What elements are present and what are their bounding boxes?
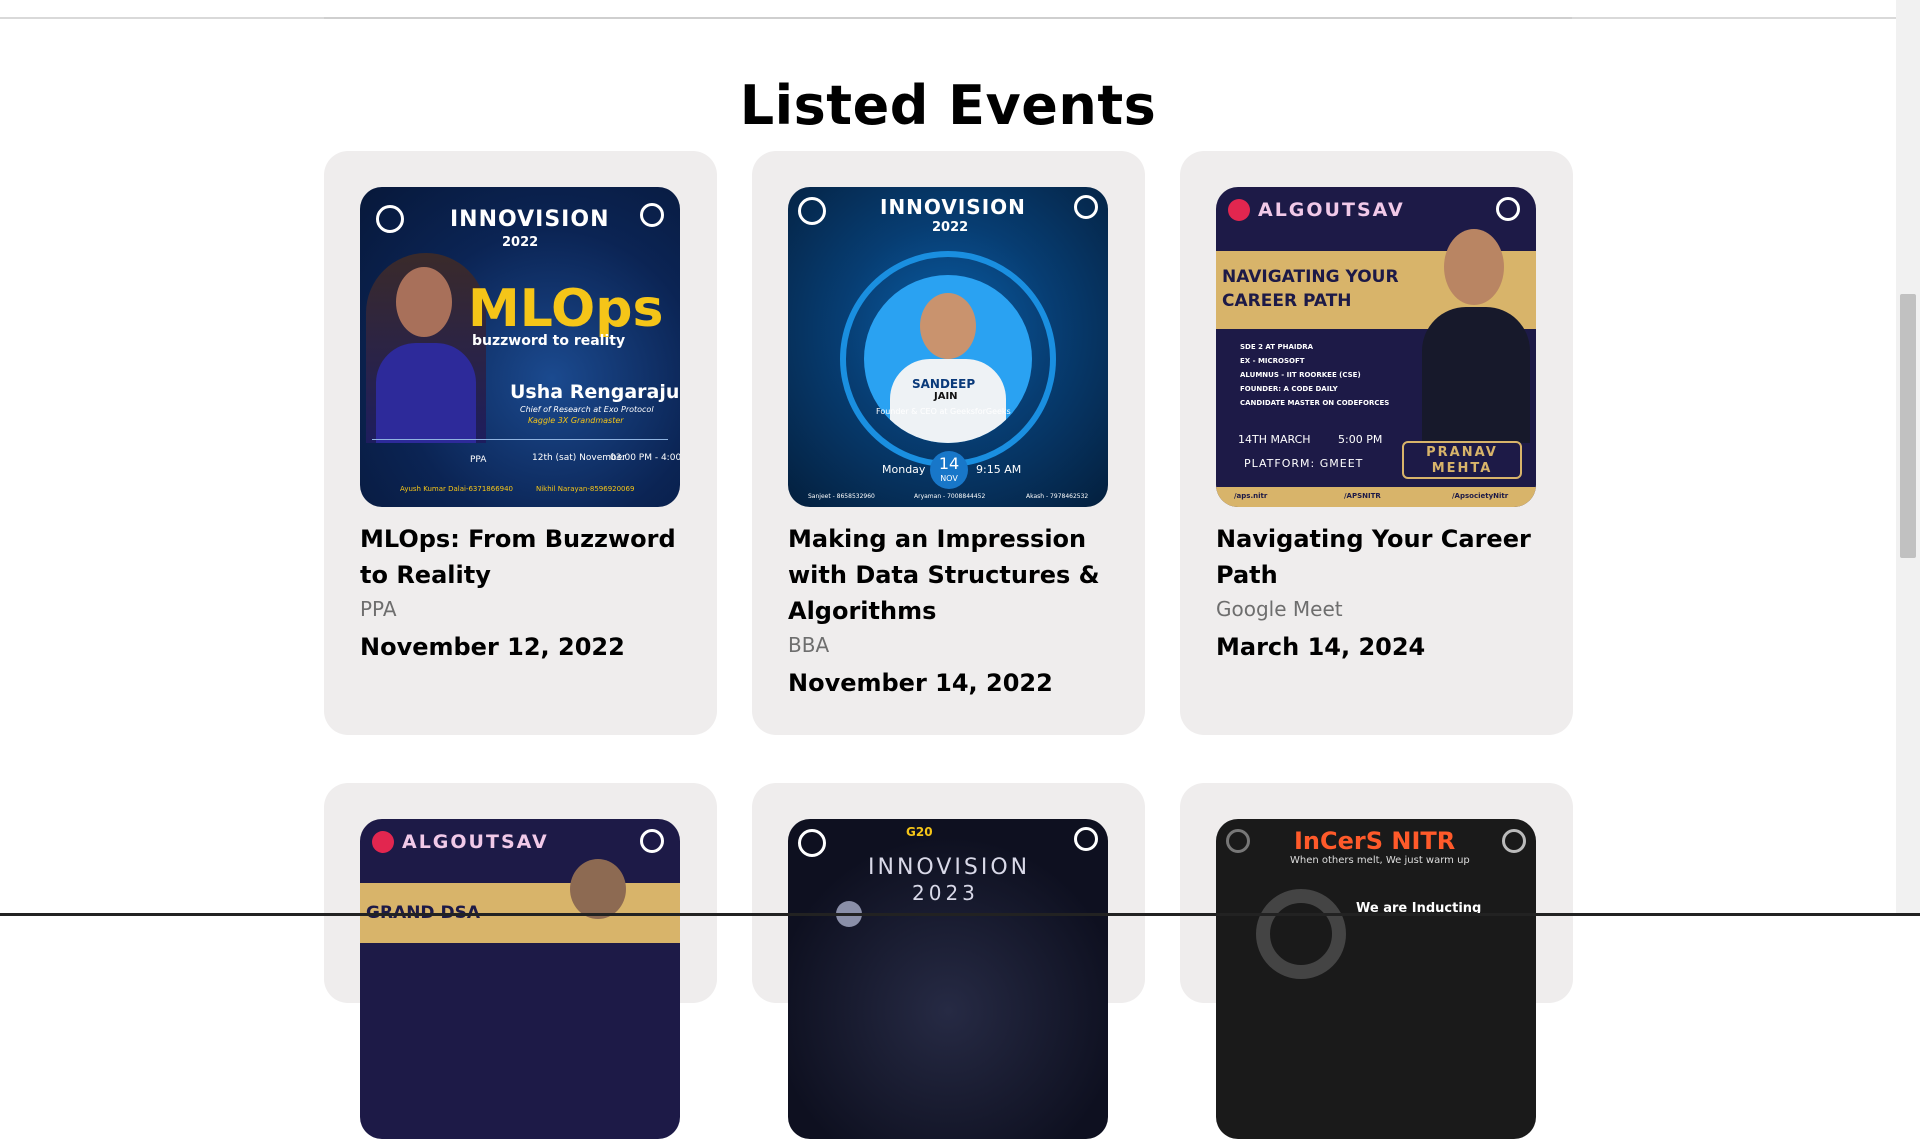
date-badge-day: 14: [938, 454, 960, 473]
speaker-first-name: SANDEEP: [912, 377, 976, 391]
top-divider: [0, 0, 1896, 19]
event-venue: BBA: [788, 633, 830, 657]
poster-divider: [372, 439, 668, 440]
poster-brand: ALGOUTSAV: [1258, 199, 1405, 221]
speaker-name: MEHTA: [1431, 461, 1493, 476]
poster-year: 2022: [502, 235, 539, 250]
scrollbar-thumb[interactable]: [1900, 294, 1916, 558]
poster-day: 14TH MARCH: [1238, 433, 1311, 446]
poster-contact: Nikhil Narayan-8596920069: [536, 485, 635, 493]
event-card[interactable]: ALGOUTSAV GRAND DSA: [324, 783, 717, 1139]
speaker-role: Founder & CEO at GeeksforGeeks: [876, 407, 1011, 416]
page-title: Listed Events: [739, 74, 1157, 138]
event-date: November 12, 2022: [360, 633, 625, 661]
decoration-ring: [1256, 889, 1346, 979]
poster-subhead: buzzword to reality: [472, 333, 626, 349]
sac-logo-icon: [640, 203, 664, 227]
date-badge-month: NOV: [940, 474, 958, 483]
speaker-name: Usha Rengaraju: [510, 381, 680, 403]
event-venue: Google Meet: [1216, 597, 1343, 621]
poster-contact: Ayush Kumar Dalai-6371866940: [400, 485, 514, 493]
aps-logo-icon: [1496, 197, 1520, 221]
event-poster[interactable]: INNOVISION 2022 MLOps buzzword to realit…: [360, 187, 680, 507]
poster-day: Monday: [882, 463, 926, 476]
speaker-bullet: CANDIDATE MASTER ON CODEFORCES: [1240, 399, 1390, 407]
aps-logo-icon: [640, 829, 664, 853]
poster-brand: INNOVISION: [880, 195, 1026, 219]
event-card[interactable]: INNOVISION 2022 MLOps buzzword to realit…: [324, 151, 717, 735]
speaker-photo: [864, 275, 1032, 443]
speaker-bullet: ALUMNUS - IIT ROORKEE (CSE): [1240, 371, 1361, 379]
poster-headline: MLOps: [468, 279, 664, 339]
poster-brand: INNOVISION: [450, 207, 610, 232]
event-poster[interactable]: INNOVISION 2022 SANDEEP JAIN Founder & C…: [788, 187, 1108, 507]
event-date: November 14, 2022: [788, 669, 1053, 697]
algoutsav-logo-icon: [1228, 199, 1250, 221]
speaker-role: Chief of Research at Exo Protocol: [520, 405, 654, 414]
poster-platform: PLATFORM: GMEET: [1244, 457, 1364, 470]
events-grid: INNOVISION 2022 MLOps buzzword to realit…: [324, 151, 1573, 1139]
poster-year: 2023: [912, 881, 979, 905]
poster-headline: CAREER PATH: [1222, 291, 1352, 311]
social-handle: /aps.nitr: [1234, 492, 1268, 500]
poster-contact: Akash - 7978462532: [1026, 493, 1089, 500]
g20-badge: G20: [906, 825, 933, 839]
poster-headline: NAVIGATING YOUR: [1222, 267, 1399, 287]
speaker-bullet: FOUNDER: A CODE DAILY: [1240, 385, 1338, 393]
poster-brand: INNOVISION: [868, 855, 1031, 880]
event-poster[interactable]: ALGOUTSAV NAVIGATING YOUR CAREER PATH SD…: [1216, 187, 1536, 507]
poster-time: 9:15 AM: [976, 463, 1022, 476]
speaker-photo: [1416, 223, 1536, 443]
speaker-last-name: JAIN: [934, 391, 958, 402]
event-card[interactable]: ALGOUTSAV NAVIGATING YOUR CAREER PATH SD…: [1180, 151, 1573, 735]
event-poster[interactable]: G20 INNOVISION 2023: [788, 819, 1108, 1139]
poster-tagline: When others melt, We just warm up: [1290, 855, 1470, 866]
event-card[interactable]: G20 INNOVISION 2023: [752, 783, 1145, 1139]
event-title[interactable]: Making an Impression with Data Structure…: [788, 521, 1109, 629]
algoutsav-logo-icon: [372, 831, 394, 853]
sac-logo-icon: [1074, 195, 1098, 219]
gear-logo-icon: [1226, 829, 1250, 853]
speaker-photo: [570, 859, 626, 919]
event-venue: PPA: [360, 597, 397, 621]
poster-year: 2022: [932, 220, 969, 235]
speaker-name: PRANAV: [1426, 445, 1498, 460]
event-date: March 14, 2024: [1216, 633, 1426, 661]
social-handle: /ApsocietyNitr: [1452, 492, 1509, 500]
speaker-credential: Kaggle 3X Grandmaster: [528, 416, 624, 425]
social-handle: /APSNITR: [1344, 492, 1381, 500]
poster-contact: Sanjeet - 8658532960: [808, 493, 875, 500]
poster-place: PPA: [470, 455, 487, 465]
gear-logo-icon: [376, 205, 404, 233]
poster-brand: ALGOUTSAV: [402, 831, 549, 853]
speaker-bullet: EX - MICROSOFT: [1240, 357, 1305, 365]
event-poster[interactable]: ALGOUTSAV GRAND DSA: [360, 819, 680, 1139]
event-title[interactable]: MLOps: From Buzzword to Reality: [360, 521, 681, 593]
poster-time: 5:00 PM: [1338, 433, 1383, 446]
date-badge: 14 NOV: [930, 451, 968, 489]
club-logo-icon: [1502, 829, 1526, 853]
poster-contact: Aryaman - 7008844452: [914, 493, 986, 500]
event-title[interactable]: Navigating Your Career Path: [1216, 521, 1537, 593]
event-card[interactable]: InCerS NITR When others melt, We just wa…: [1180, 783, 1573, 1139]
gear-logo-icon: [798, 197, 826, 225]
speaker-name-box: PRANAV MEHTA: [1402, 441, 1522, 479]
gear-logo-icon: [798, 829, 826, 857]
poster-brand: InCerS NITR: [1294, 827, 1456, 855]
page-scrollbar[interactable]: [1896, 0, 1920, 916]
speaker-bullet: SDE 2 AT PHAIDRA: [1240, 343, 1314, 351]
event-poster[interactable]: InCerS NITR When others melt, We just wa…: [1216, 819, 1536, 1139]
event-card[interactable]: INNOVISION 2022 SANDEEP JAIN Founder & C…: [752, 151, 1145, 735]
poster-time: 03:00 PM - 4:00 PM: [610, 453, 680, 463]
sac-logo-icon: [1074, 827, 1098, 851]
